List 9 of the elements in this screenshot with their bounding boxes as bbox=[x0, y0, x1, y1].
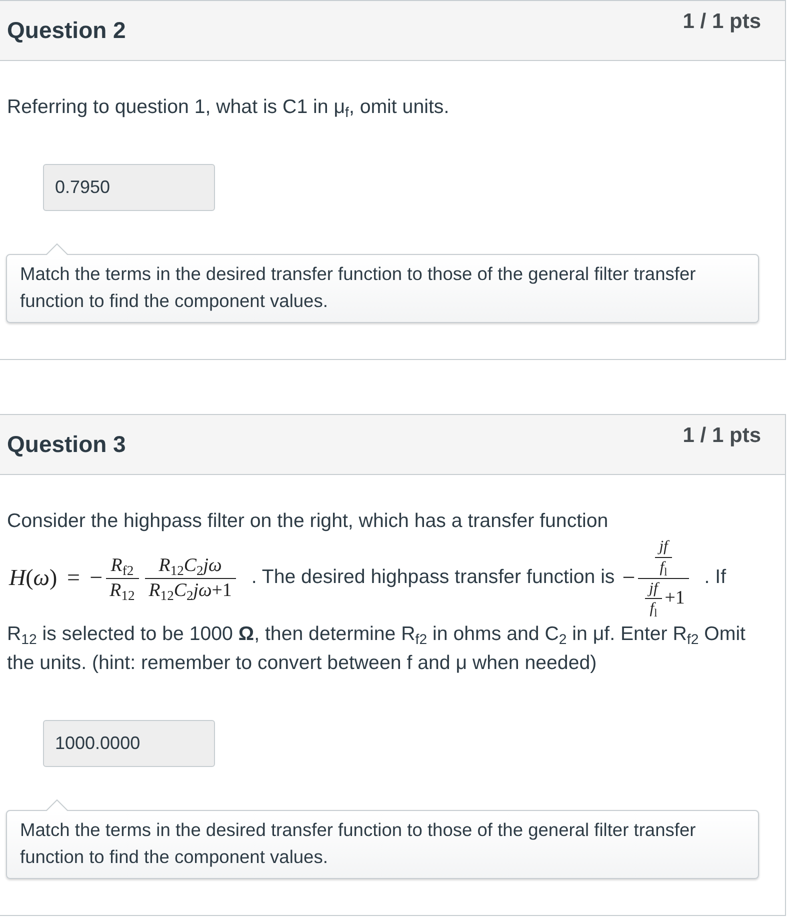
question-text: Referring to question 1, what is C1 in μ$_{f}$, omit units. bbox=[7, 95, 450, 122]
comment-text: Match the terms in the desired transfer function to those of the general filter transfer function to find the component values. bbox=[20, 818, 697, 870]
question-title: Question 2 bbox=[7, 17, 126, 44]
points-label: 1 / 1 pts bbox=[682, 424, 761, 448]
comment-text: Match the terms in the desired transfer function to those of the general filter transfer function to find the component values. bbox=[20, 262, 697, 313]
points-label: 1 / 1 pts bbox=[682, 10, 761, 34]
answer-field[interactable]: 0.7950 bbox=[43, 164, 215, 211]
question-title: Question 3 bbox=[7, 431, 126, 458]
answer-field[interactable]: 1000.0000 bbox=[43, 720, 215, 768]
